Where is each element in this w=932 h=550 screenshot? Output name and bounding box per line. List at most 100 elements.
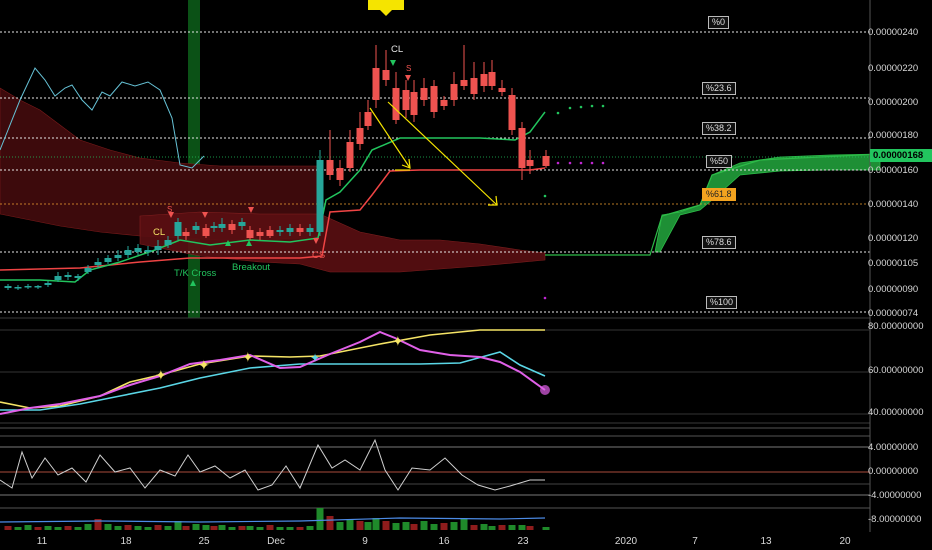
- volume-bar: [228, 527, 236, 530]
- time-axis-label: 2020: [614, 536, 638, 547]
- candle-body: [182, 232, 190, 236]
- candle-body: [34, 286, 42, 288]
- volume-bar: [364, 522, 372, 530]
- volume-bar: [134, 526, 142, 530]
- fib-tag[interactable]: %50: [706, 155, 733, 168]
- svg-text:✦: ✦: [310, 351, 320, 365]
- volume-bar: [238, 526, 246, 530]
- price-axis-label: 0.00000200: [868, 97, 919, 108]
- candle-body: [326, 160, 334, 175]
- cs-annotation: CS: [312, 250, 326, 261]
- fib-tag[interactable]: %23.6: [702, 82, 736, 95]
- event-marker[interactable]: [368, 0, 404, 16]
- fib-tag[interactable]: %0: [708, 16, 730, 29]
- volume-bar: [488, 526, 496, 530]
- volume-bar: [218, 525, 226, 530]
- volume-bar: [480, 524, 488, 530]
- candle-body: [44, 283, 52, 285]
- candle-body: [542, 156, 550, 166]
- time-axis-label: 16: [438, 536, 450, 547]
- price-axis-label: 0.00000120: [868, 233, 919, 244]
- candle-body: [276, 230, 284, 232]
- volume-bar: [192, 524, 200, 530]
- candle-body: [144, 250, 152, 252]
- candle-body: [392, 88, 400, 120]
- candle-body: [218, 224, 226, 228]
- volume-bar: [518, 525, 526, 530]
- candle-body: [114, 255, 122, 258]
- svg-text:✦: ✦: [155, 368, 167, 384]
- candle-body: [364, 112, 372, 126]
- volume-bar: [356, 521, 364, 530]
- volume-bar: [246, 526, 254, 530]
- time-axis-label: Dec: [267, 536, 285, 547]
- volume-bar: [460, 518, 468, 530]
- candle-body: [508, 95, 516, 130]
- volume-bar: [266, 525, 274, 530]
- volume-bar: [84, 524, 92, 530]
- svg-text:✦: ✦: [392, 334, 404, 350]
- price-axis-label: 0.00000074: [868, 308, 919, 319]
- candle-body: [174, 222, 182, 236]
- volume-bar: [346, 519, 354, 530]
- volume-bar: [410, 524, 418, 530]
- volume-bar: [306, 526, 314, 530]
- candle-body: [488, 72, 496, 86]
- candle-body: [316, 160, 324, 232]
- volume-bar: [74, 527, 82, 530]
- fib-tag[interactable]: %78.6: [702, 236, 736, 249]
- time-axis-label: 9: [362, 536, 368, 547]
- volume-bar: [34, 527, 42, 530]
- candle-body: [84, 268, 92, 272]
- time-axis-label: 11: [36, 536, 48, 547]
- candle-body: [64, 275, 72, 277]
- candle-body: [470, 78, 478, 94]
- cl-annotation: CL: [391, 44, 404, 55]
- volume-bar: [64, 526, 72, 530]
- volume-bar: [420, 521, 428, 530]
- rsi-panel: ✦ ✦ ✦ ✦ ✦: [0, 329, 870, 415]
- candle-body: [336, 168, 344, 180]
- chart-canvas[interactable]: ✦ ✦ ✦ ✦ ✦: [0, 0, 932, 550]
- volume-bar: [124, 525, 132, 530]
- candle-body: [104, 258, 112, 262]
- volume-bar: [326, 516, 334, 530]
- candle-body: [346, 142, 354, 168]
- candle-body: [14, 287, 22, 289]
- time-axis-label: 20: [839, 536, 851, 547]
- price-axis-label: 0.00000180: [868, 130, 919, 141]
- candle-body: [286, 228, 294, 232]
- volume-bar: [372, 518, 380, 530]
- volume-bar: [542, 527, 550, 530]
- volume-bar: [164, 526, 172, 530]
- candle-body: [526, 160, 534, 166]
- ichimoku-cloud-lower: [139, 211, 546, 273]
- rsi-axis-label: 40.00000000: [868, 407, 924, 418]
- volume-bar: [202, 525, 210, 530]
- fib-tag[interactable]: %38.2: [702, 122, 736, 135]
- price-axis-label: 0.00000140: [868, 199, 919, 210]
- candle-body: [420, 88, 428, 100]
- ichimoku-cloud-future: [654, 153, 881, 253]
- candle-body: [94, 262, 102, 265]
- volume-bar: [154, 525, 162, 530]
- price-axis-label: 0.00000240: [868, 27, 919, 38]
- volume-bar: [450, 522, 458, 530]
- candle-body: [402, 90, 410, 110]
- candle-body: [192, 226, 200, 230]
- volume-bar: [182, 526, 190, 530]
- volume-bar: [54, 527, 62, 530]
- candle-body: [430, 86, 438, 112]
- volume-bar: [14, 527, 22, 530]
- candle-body: [518, 128, 526, 168]
- fib-tag[interactable]: %100: [706, 296, 738, 309]
- volume-bar: [286, 527, 294, 530]
- candle-body: [450, 84, 458, 100]
- price-axis-label: 0.00000220: [868, 63, 919, 74]
- fib-tag-highlight[interactable]: %61.8: [702, 188, 736, 201]
- breakout-annotation: Breakout: [232, 262, 271, 273]
- rsi-axis-label: 60.00000000: [868, 365, 924, 376]
- time-axis-label: 25: [198, 536, 210, 547]
- volume-bar: [316, 508, 324, 530]
- oscillator-panel: [0, 427, 870, 509]
